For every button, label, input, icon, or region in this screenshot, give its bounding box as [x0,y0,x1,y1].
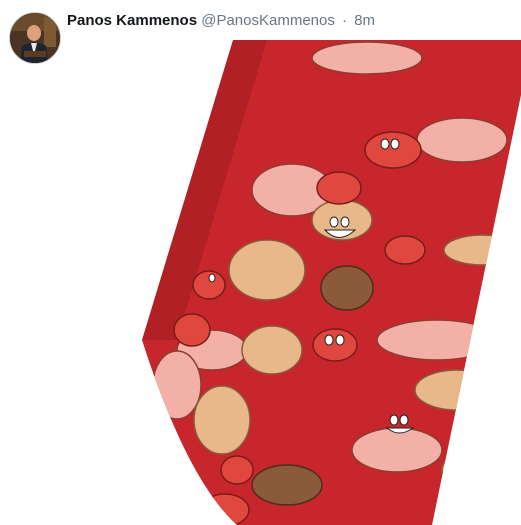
tweet-header: Panos Kammenos @PanosKammenos · 8m [67,10,515,32]
timestamp[interactable]: 8m [354,12,375,29]
profile-photo-icon [10,13,60,63]
display-name[interactable]: Panos Kammenos [67,12,197,29]
separator-dot: · [342,12,348,29]
user-handle[interactable]: @PanosKammenos [201,12,335,29]
tweet-image[interactable] [67,40,521,525]
necktie-photo-icon [142,40,521,525]
avatar[interactable] [9,12,61,64]
tweet: Panos Kammenos @PanosKammenos · 8m [0,0,521,525]
